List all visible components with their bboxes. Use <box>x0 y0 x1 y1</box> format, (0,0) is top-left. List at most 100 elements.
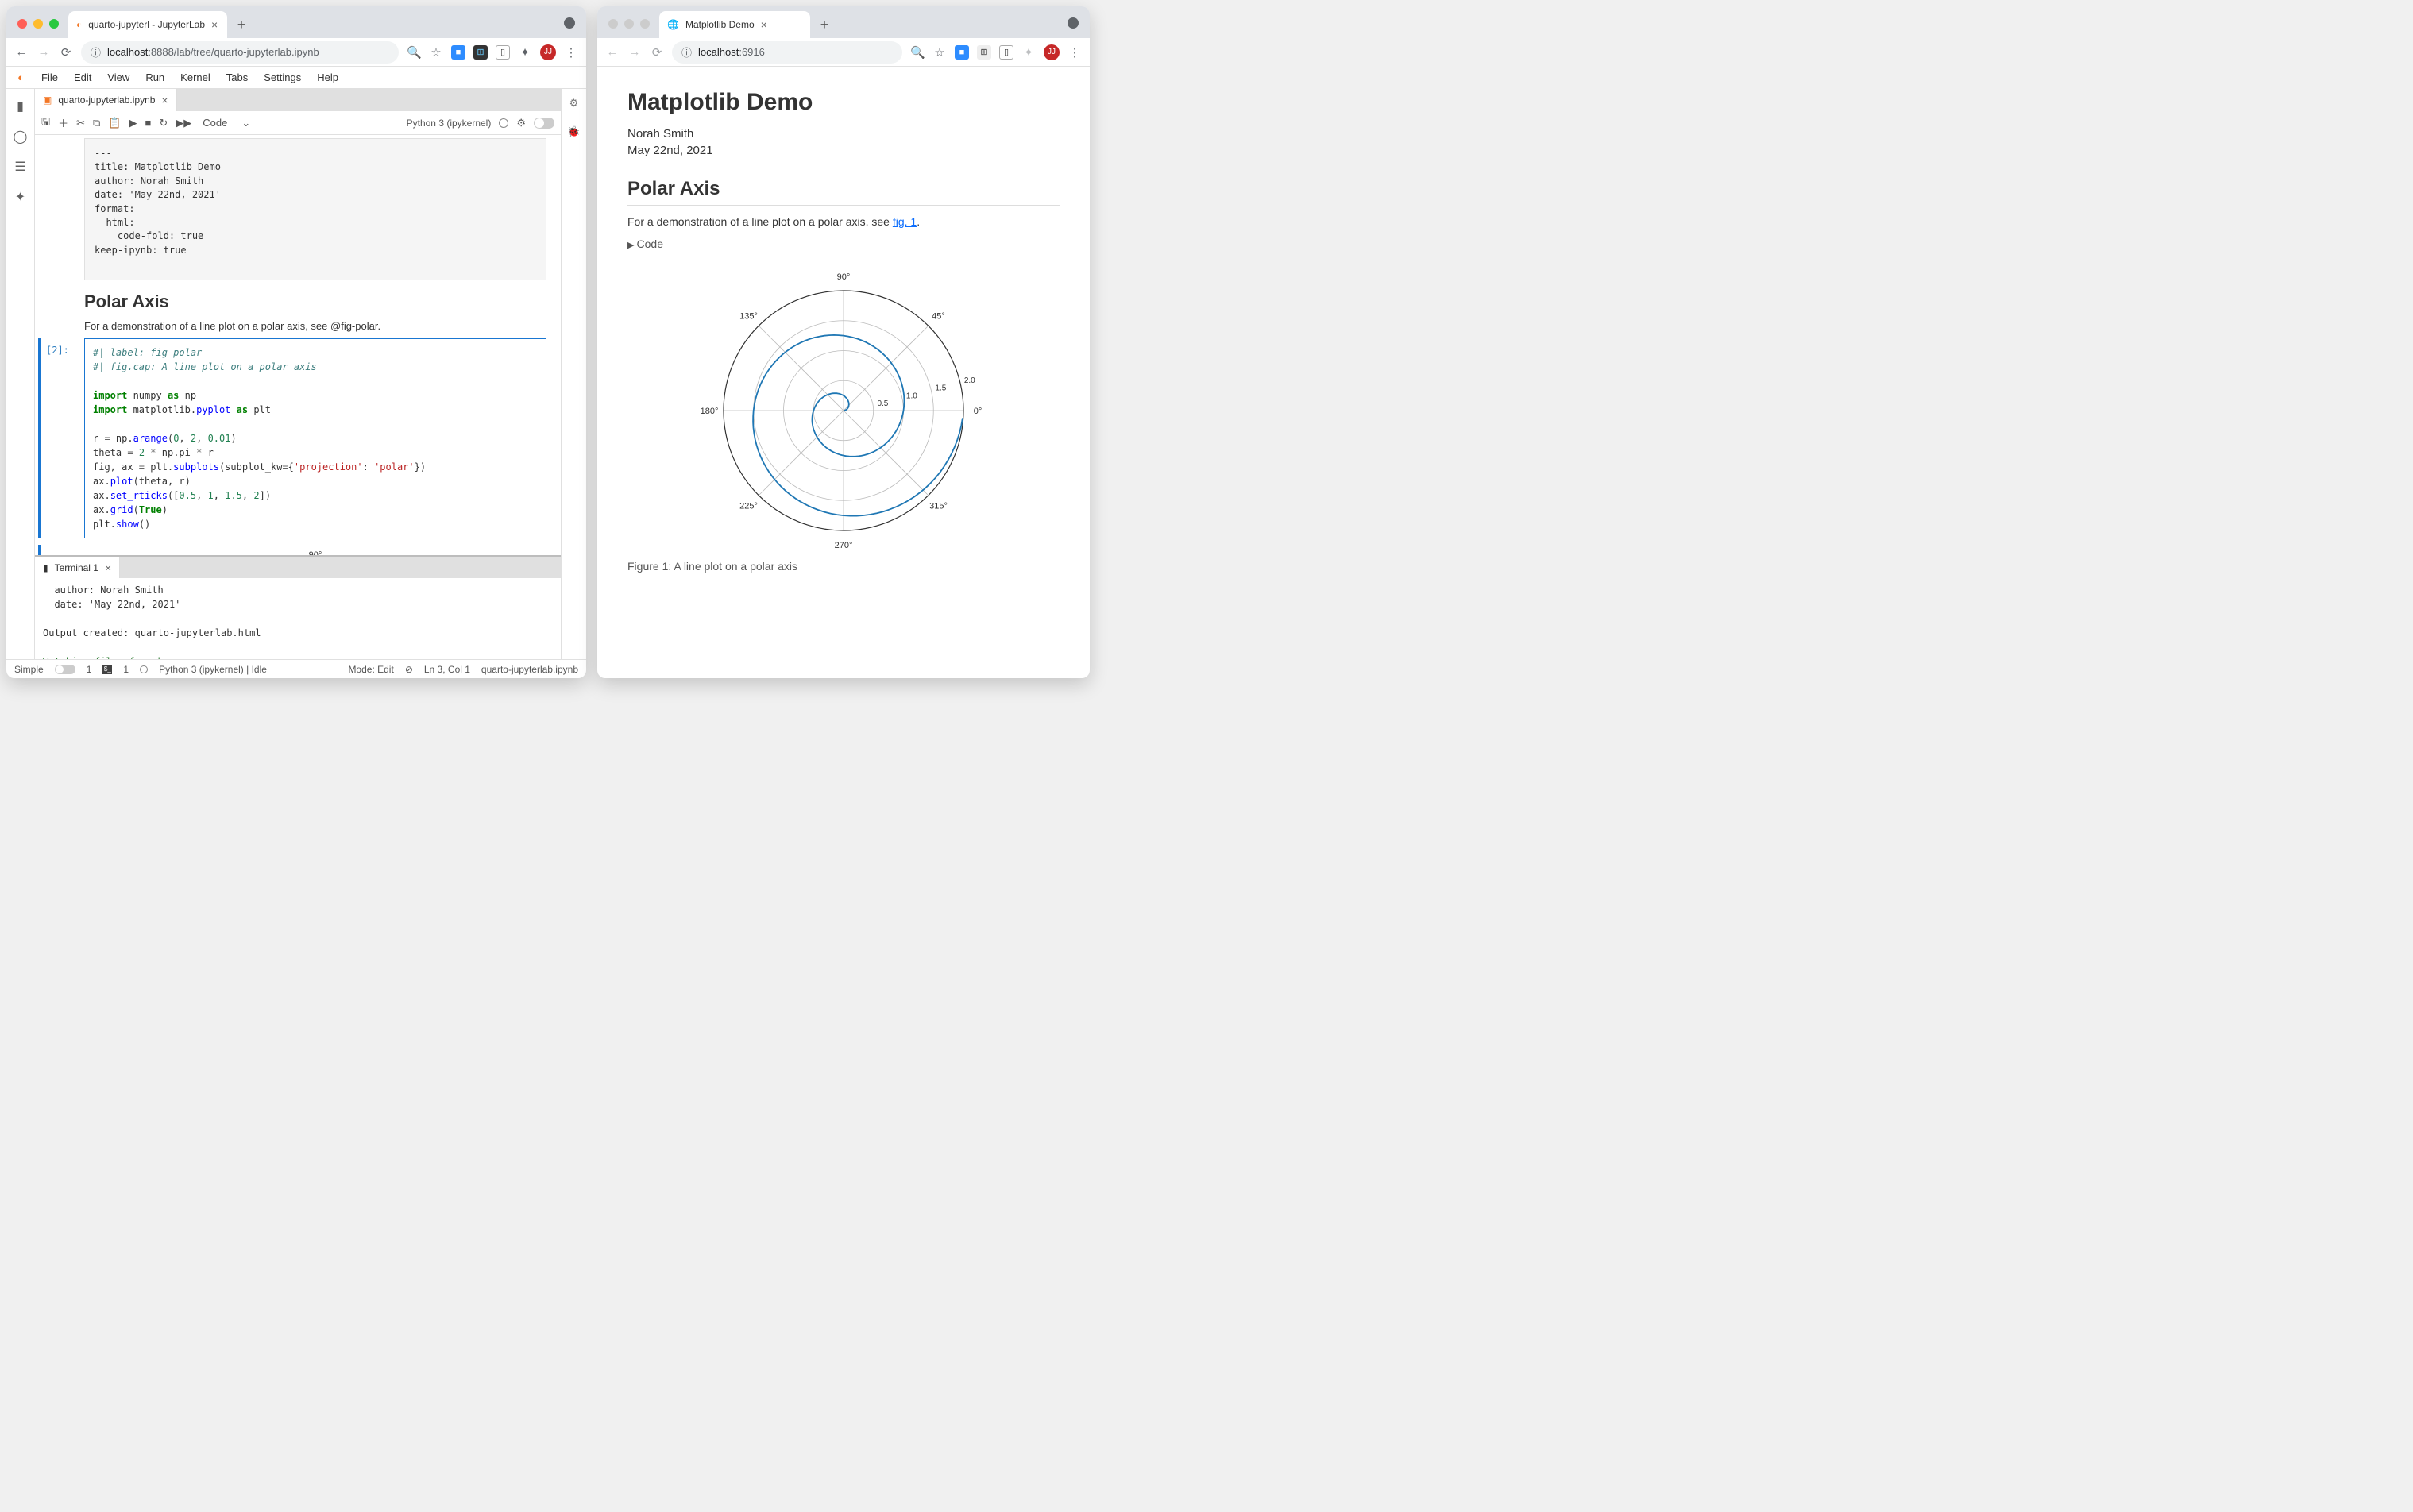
run-icon[interactable]: ▶ <box>129 117 137 129</box>
notification-icon[interactable]: ⊘ <box>405 664 413 675</box>
mode-text[interactable]: Mode: Edit <box>348 664 393 675</box>
chrome-menu-icon[interactable]: ⋮ <box>564 45 578 60</box>
zoom-extension-icon[interactable]: ■ <box>955 45 969 60</box>
rendered-document[interactable]: Matplotlib Demo Norah Smith May 22nd, 20… <box>597 67 1090 678</box>
code-editor[interactable]: #| label: fig-polar #| fig.cap: A line p… <box>84 338 546 538</box>
cursor-pos[interactable]: Ln 3, Col 1 <box>424 664 470 675</box>
reader-extension-icon[interactable]: ▯ <box>999 45 1013 60</box>
maximize-window-icon[interactable] <box>640 19 650 29</box>
close-window-icon[interactable] <box>17 19 27 29</box>
menu-file[interactable]: File <box>35 68 64 87</box>
window-controls <box>17 19 59 29</box>
add-cell-icon[interactable]: ＋ <box>58 115 68 130</box>
simple-toggle[interactable] <box>55 665 75 674</box>
minimize-window-icon[interactable] <box>624 19 634 29</box>
menu-help[interactable]: Help <box>311 68 345 87</box>
extension-icon[interactable]: ⊞ <box>473 45 488 60</box>
bookmark-icon[interactable]: ☆ <box>429 45 443 60</box>
close-editor-tab-icon[interactable]: × <box>161 94 168 106</box>
copy-icon[interactable]: ⧉ <box>93 117 100 129</box>
paste-icon[interactable]: 📋 <box>108 117 121 129</box>
markdown-cell[interactable]: Polar Axis For a demonstration of a line… <box>84 291 546 332</box>
simple-label: Simple <box>14 664 44 675</box>
url-input[interactable]: ⓘ localhost:6916 <box>672 41 902 64</box>
kernel-status-icon[interactable] <box>140 665 148 673</box>
stop-icon[interactable]: ■ <box>145 117 151 129</box>
code-fold-toggle[interactable]: Code <box>627 237 1060 250</box>
kernel-label[interactable]: Python 3 (ipykernel) <box>407 118 492 129</box>
profile-indicator-icon[interactable] <box>564 17 575 29</box>
terminal-tab[interactable]: ▮ Terminal 1 × <box>35 557 120 578</box>
menu-view[interactable]: View <box>101 68 136 87</box>
minimize-window-icon[interactable] <box>33 19 43 29</box>
toc-icon[interactable]: ☰ <box>14 159 25 175</box>
search-icon[interactable]: 🔍 <box>910 45 925 60</box>
browser-tab[interactable]: ◐ quarto-jupyterl - JupyterLab × <box>68 11 227 38</box>
profile-indicator-icon[interactable] <box>1068 17 1079 29</box>
menu-kernel[interactable]: Kernel <box>174 68 217 87</box>
forward-icon[interactable]: → <box>627 45 642 59</box>
chevron-down-icon[interactable]: ⌄ <box>241 117 250 129</box>
terminals-count[interactable]: 1 <box>87 664 92 675</box>
notebook-area[interactable]: --- title: Matplotlib Demo author: Norah… <box>35 135 561 555</box>
terminal-pane: ▮ Terminal 1 × author: Norah Smith date:… <box>35 555 561 659</box>
search-icon[interactable]: 🔍 <box>407 45 421 60</box>
file-path[interactable]: quarto-jupyterlab.ipynb <box>481 664 578 675</box>
property-inspector-icon[interactable]: ⚙ <box>569 97 579 110</box>
raw-cell[interactable]: --- title: Matplotlib Demo author: Norah… <box>84 138 546 280</box>
site-info-icon[interactable]: ⓘ <box>681 44 692 60</box>
site-info-icon[interactable]: ⓘ <box>91 44 101 60</box>
close-terminal-tab-icon[interactable]: × <box>105 561 111 574</box>
close-tab-icon[interactable]: × <box>211 18 218 31</box>
svg-text:180°: 180° <box>701 407 719 416</box>
kernels-count[interactable]: 1 <box>123 664 129 675</box>
figure-link[interactable]: fig. 1 <box>893 215 917 228</box>
extensions-puzzle-icon[interactable]: ✦ <box>1021 45 1036 60</box>
cell-type-select[interactable]: Code <box>199 115 240 130</box>
reader-extension-icon[interactable]: ▯ <box>496 45 510 60</box>
editor-tab[interactable]: ▣ quarto-jupyterlab.ipynb × <box>35 89 177 111</box>
restart-icon[interactable]: ↻ <box>159 117 168 129</box>
chrome-menu-icon[interactable]: ⋮ <box>1068 45 1082 60</box>
menu-tabs[interactable]: Tabs <box>220 68 254 87</box>
code-cell[interactable]: [2]: #| label: fig-polar #| fig.cap: A l… <box>84 338 561 538</box>
fast-forward-icon[interactable]: ▶▶ <box>176 117 191 129</box>
forward-icon[interactable]: → <box>37 45 51 59</box>
profile-avatar[interactable]: JJ <box>540 44 556 60</box>
new-tab-button[interactable]: + <box>813 17 836 33</box>
reload-icon[interactable]: ⟳ <box>650 45 664 60</box>
back-icon[interactable]: ← <box>14 45 29 59</box>
cut-icon[interactable]: ✂ <box>76 117 85 129</box>
close-tab-icon[interactable]: × <box>761 18 767 31</box>
output-collapse-bar[interactable] <box>38 545 41 555</box>
cell-collapse-bar[interactable] <box>38 338 41 538</box>
menu-edit[interactable]: Edit <box>68 68 98 87</box>
profile-avatar[interactable]: JJ <box>1044 44 1060 60</box>
debugger-icon[interactable]: ⚙ <box>516 117 526 129</box>
terminal-status-icon[interactable]: $_ <box>102 665 112 674</box>
extensions-puzzle-icon[interactable]: ✦ <box>518 45 532 60</box>
extension-icon[interactable]: ⊞ <box>977 45 991 60</box>
extensions-icon[interactable]: ✦ <box>15 189 25 205</box>
debugger-sidebar-icon[interactable]: 🐞 <box>567 125 580 138</box>
kernel-toggle[interactable] <box>534 118 554 129</box>
jupyter-logo-icon[interactable]: ◐ <box>6 71 35 83</box>
zoom-extension-icon[interactable]: ■ <box>451 45 465 60</box>
menu-run[interactable]: Run <box>139 68 171 87</box>
new-tab-button[interactable]: + <box>230 17 253 33</box>
kernel-status-text[interactable]: Python 3 (ipykernel) | Idle <box>159 664 267 675</box>
kernel-status-icon[interactable] <box>499 118 508 128</box>
url-input[interactable]: ⓘ localhost:8888/lab/tree/quarto-jupyter… <box>81 41 399 64</box>
running-icon[interactable]: ◯ <box>14 129 28 145</box>
back-icon[interactable]: ← <box>605 45 620 59</box>
menu-settings[interactable]: Settings <box>257 68 307 87</box>
terminal-output[interactable]: author: Norah Smith date: 'May 22nd, 202… <box>35 578 561 659</box>
bookmark-icon[interactable]: ☆ <box>932 45 947 60</box>
close-window-icon[interactable] <box>608 19 618 29</box>
svg-text:225°: 225° <box>739 502 758 511</box>
maximize-window-icon[interactable] <box>49 19 59 29</box>
reload-icon[interactable]: ⟳ <box>59 45 73 60</box>
browser-tab[interactable]: 🌐 Matplotlib Demo × <box>659 11 810 38</box>
folder-icon[interactable]: ▮ <box>17 98 24 114</box>
save-icon[interactable]: 🖫 <box>41 114 50 132</box>
